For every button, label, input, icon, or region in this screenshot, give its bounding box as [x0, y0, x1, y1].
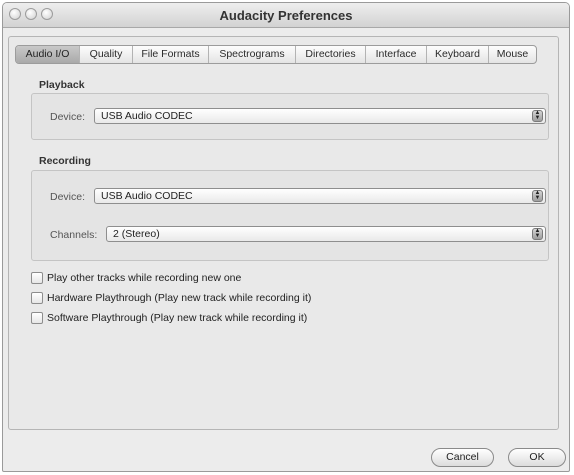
tab-keyboard[interactable]: Keyboard: [427, 46, 489, 63]
recording-channels-label: Channels:: [50, 229, 98, 241]
window-title: Audacity Preferences: [219, 8, 353, 23]
playback-device-select[interactable]: USB Audio CODEC ▲ ▼: [94, 108, 546, 124]
tab-interface[interactable]: Interface: [366, 46, 427, 63]
tab-directories[interactable]: Directories: [296, 46, 366, 63]
tab-bar: Audio I/O Quality File Formats Spectrogr…: [15, 45, 537, 64]
select-arrows-icon: ▲ ▼: [532, 110, 543, 122]
hardware-playthrough-label: Hardware Playthrough (Play new track whi…: [47, 292, 312, 304]
software-playthrough-checkbox[interactable]: [31, 312, 43, 324]
cancel-button[interactable]: Cancel: [431, 448, 494, 467]
recording-section-title: Recording: [39, 155, 91, 167]
hardware-playthrough-checkbox[interactable]: [31, 292, 43, 304]
tab-audio-io[interactable]: Audio I/O: [16, 46, 80, 63]
playback-section-title: Playback: [39, 79, 85, 91]
recording-device-label: Device:: [50, 191, 86, 203]
select-arrows-icon: ▲ ▼: [532, 190, 543, 202]
ok-button[interactable]: OK: [508, 448, 566, 467]
play-other-tracks-label: Play other tracks while recording new on…: [47, 272, 242, 284]
select-arrows-icon: ▲ ▼: [532, 228, 543, 240]
tab-mouse[interactable]: Mouse: [489, 46, 536, 63]
recording-device-select[interactable]: USB Audio CODEC ▲ ▼: [94, 188, 546, 204]
recording-channels-value: 2 (Stereo): [113, 228, 160, 240]
playback-device-value: USB Audio CODEC: [101, 110, 193, 122]
tab-file-formats[interactable]: File Formats: [133, 46, 209, 63]
playback-device-label: Device:: [50, 111, 86, 123]
recording-group: [31, 170, 549, 261]
software-playthrough-label: Software Playthrough (Play new track whi…: [47, 312, 308, 324]
title-bar[interactable]: Audacity Preferences: [3, 3, 569, 28]
recording-channels-select[interactable]: 2 (Stereo) ▲ ▼: [106, 226, 546, 242]
tab-quality[interactable]: Quality: [80, 46, 133, 63]
play-other-tracks-checkbox[interactable]: [31, 272, 43, 284]
tab-spectrograms[interactable]: Spectrograms: [209, 46, 296, 63]
recording-device-value: USB Audio CODEC: [101, 190, 193, 202]
